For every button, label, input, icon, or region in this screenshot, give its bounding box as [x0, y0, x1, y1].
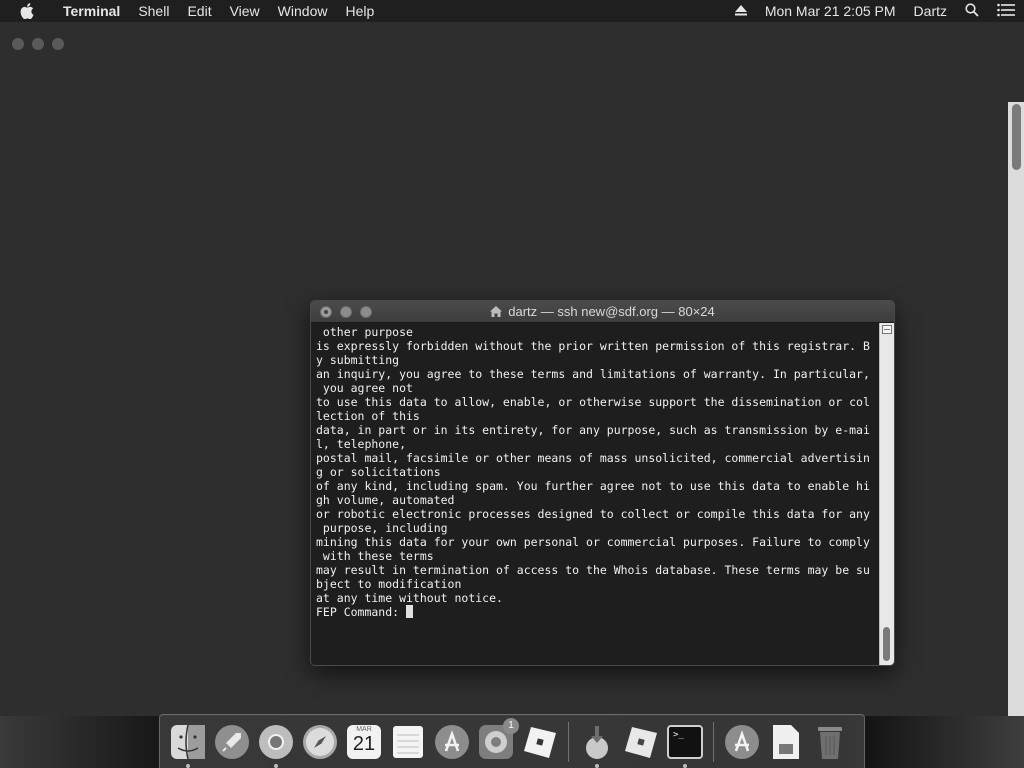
menu-window[interactable]: Window	[269, 0, 337, 22]
dock-chrome[interactable]	[257, 723, 295, 768]
dock-terminal[interactable]: >_	[666, 723, 704, 768]
dock-documents[interactable]	[767, 723, 805, 761]
dock-roblox[interactable]	[521, 723, 559, 761]
chrome-icon	[259, 724, 293, 759]
terminal-line: or robotic electronic processes designed…	[316, 507, 870, 521]
terminal-line: y submitting	[316, 353, 400, 367]
terminal-line: of any kind, including spam. You further…	[316, 479, 870, 493]
terminal-output[interactable]: other purpose is expressly forbidden with…	[311, 323, 881, 665]
terminal-line: other purpose	[316, 325, 413, 339]
terminal-line: lection of this	[316, 409, 420, 423]
menu-user[interactable]: Dartz	[914, 3, 947, 19]
dock-separator	[568, 721, 569, 762]
home-folder-icon	[490, 306, 503, 317]
menu-shell[interactable]: Shell	[129, 0, 178, 22]
spotlight-search-icon[interactable]	[965, 2, 979, 20]
dock-roblox-studio[interactable]	[622, 723, 660, 761]
dock-trash[interactable]	[811, 723, 849, 761]
minimize-button[interactable]	[32, 38, 44, 50]
terminal-line: with these terms	[316, 549, 434, 563]
terminal-titlebar[interactable]: dartz — ssh new@sdf.org — 80×24	[311, 301, 894, 323]
dock-calendar[interactable]: MAR 21	[345, 723, 383, 761]
zoom-button[interactable]	[52, 38, 64, 50]
terminal-line: postal mail, facsimile or other means of…	[316, 451, 870, 465]
roblox-studio-icon	[625, 726, 657, 758]
background-window-controls	[12, 38, 64, 50]
trash-icon	[818, 726, 842, 759]
apple-menu-icon[interactable]	[0, 3, 54, 19]
dock-app-store[interactable]	[433, 723, 471, 761]
split-pane-icon[interactable]	[882, 325, 892, 334]
terminal-prompt: FEP Command:	[316, 605, 407, 619]
terminal-line: g or solicitations	[316, 465, 441, 479]
terminal-icon: >_	[667, 724, 703, 759]
terminal-icon-prompt: >_	[673, 729, 684, 740]
terminal-line: at any time without notice.	[316, 591, 503, 605]
terminal-line: an inquiry, you agree to these terms and…	[316, 367, 870, 381]
dock-system-preferences[interactable]: 1	[477, 717, 519, 761]
dock-launchpad[interactable]	[213, 723, 251, 761]
app-store-icon	[725, 724, 759, 759]
calendar-icon: MAR 21	[347, 724, 381, 759]
updates-badge: 1	[503, 717, 519, 734]
terminal-cursor	[406, 605, 414, 618]
safari-compass-icon	[303, 724, 337, 759]
terminal-line: is expressly forbidden without the prior…	[316, 339, 870, 353]
terminal-window: dartz — ssh new@sdf.org — 80×24 other pu…	[310, 300, 895, 666]
notes-icon	[393, 725, 423, 758]
terminal-line: mining this data for your own personal o…	[316, 535, 870, 549]
launchpad-rocket-icon	[215, 724, 249, 759]
terminal-line: to use this data to allow, enable, or ot…	[316, 395, 870, 409]
terminal-line: gh volume, automated	[316, 493, 455, 507]
terminal-line: bject to modification	[316, 577, 462, 591]
dock: MAR 21 1 >_	[159, 714, 865, 768]
dock-app-store-downloads[interactable]	[723, 723, 761, 761]
roblox-icon	[524, 726, 556, 758]
calendar-day: 21	[352, 732, 376, 755]
menu-app-name[interactable]: Terminal	[54, 0, 129, 22]
background-window-scrollbar[interactable]	[1008, 102, 1024, 716]
calendar-month: MAR	[356, 725, 372, 733]
document-icon	[773, 724, 799, 759]
terminal-title: dartz — ssh new@sdf.org — 80×24	[508, 304, 715, 319]
background-window-scroll-thumb[interactable]	[1012, 104, 1021, 170]
menu-help[interactable]: Help	[336, 0, 383, 22]
installer-icon	[586, 725, 608, 759]
terminal-line: data, in part or in its entirety, for an…	[316, 423, 870, 437]
terminal-line: purpose, including	[316, 521, 448, 535]
menu-bar: Terminal Shell Edit View Window Help Mon…	[0, 0, 1024, 22]
terminal-prompt-line[interactable]: FEP Command:	[316, 605, 881, 619]
app-store-icon	[435, 724, 469, 759]
menu-edit[interactable]: Edit	[178, 0, 220, 22]
dock-separator	[713, 721, 714, 762]
terminal-line: l, telephone,	[316, 437, 407, 451]
dock-notes[interactable]	[389, 723, 427, 761]
finder-icon	[171, 724, 205, 759]
terminal-line: may result in termination of access to t…	[316, 563, 870, 577]
terminal-scrollbar[interactable]	[879, 323, 894, 665]
menu-view[interactable]: View	[221, 0, 269, 22]
terminal-line: you agree not	[316, 381, 413, 395]
dock-finder[interactable]	[169, 723, 207, 768]
notification-center-icon[interactable]	[997, 3, 1015, 20]
dock-safari[interactable]	[301, 723, 339, 761]
eject-icon[interactable]	[734, 3, 747, 19]
menu-clock[interactable]: Mon Mar 21 2:05 PM	[765, 3, 896, 19]
dock-installer[interactable]	[578, 723, 616, 768]
terminal-scroll-thumb[interactable]	[883, 627, 890, 661]
close-button[interactable]	[12, 38, 24, 50]
